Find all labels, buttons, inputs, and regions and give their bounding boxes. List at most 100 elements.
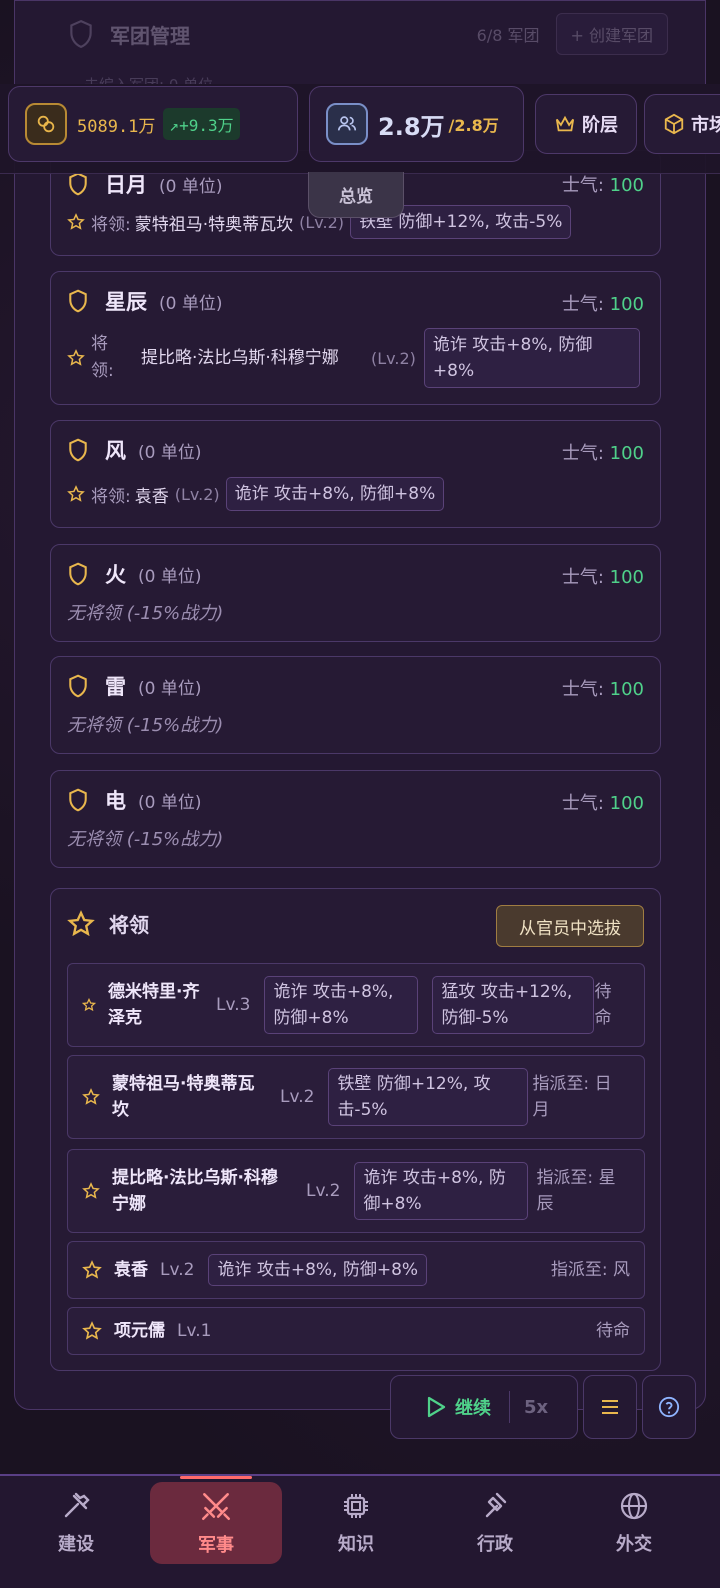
legion-card[interactable]: 火 (0 单位) 士气: 100 无将领 (-15%战力) xyxy=(50,544,661,642)
general-row[interactable]: 提比略·法比乌斯·科穆宁娜 Lv.2 诡诈 攻击+8%, 防御+8% 指派至: … xyxy=(67,1149,645,1233)
crown-icon xyxy=(555,115,575,132)
nav-build[interactable]: 建设 xyxy=(10,1482,142,1564)
population-resource[interactable]: 2.8万 /2.8万 xyxy=(309,86,524,162)
continue-control[interactable]: 继续 5x xyxy=(390,1375,578,1439)
trait-badge: 猛攻 攻击+12%, 防御-5% xyxy=(432,976,595,1034)
star-icon xyxy=(82,998,96,1012)
morale-value: 100 xyxy=(609,175,644,196)
general-level: Lv.2 xyxy=(306,1181,341,1201)
legion-card[interactable]: 星辰 (0 单位) 士气: 100 将领: 提比略·法比乌斯·科穆宁娜 (Lv.… xyxy=(50,271,661,405)
general-status: 待命 xyxy=(594,982,612,1028)
nav-label: 行政 xyxy=(477,1534,513,1555)
divider xyxy=(509,1391,510,1423)
shield-icon xyxy=(70,19,92,49)
menu-button[interactable] xyxy=(583,1375,637,1439)
shield-icon xyxy=(69,562,87,586)
star-icon xyxy=(82,1321,102,1340)
nav-administration[interactable]: 行政 xyxy=(429,1482,561,1564)
shield-icon xyxy=(69,788,87,812)
general-row[interactable]: 德米特里·齐泽克 Lv.3 诡诈 攻击+8%, 防御+8% 猛攻 攻击+12%,… xyxy=(67,963,645,1047)
hammer-icon xyxy=(64,1492,90,1518)
legion-card[interactable]: 风 (0 单位) 士气: 100 将领: 袁香 (Lv.2) 诡诈 攻击+8%,… xyxy=(50,420,661,528)
legion-morale: 士气: 100 xyxy=(562,789,644,815)
general-status: 指派至: 星辰 xyxy=(536,1168,616,1214)
legion-morale: 士气: 100 xyxy=(562,290,644,316)
play-icon xyxy=(427,1396,446,1418)
help-button[interactable] xyxy=(642,1375,696,1439)
legion-panel-header: 军团管理 6/8 军团 + 创建军团 xyxy=(68,13,668,55)
speed-button[interactable]: 5x xyxy=(524,1397,548,1418)
legion-count: 6/8 军团 xyxy=(476,26,540,45)
general-name: 蒙特祖马·特奥蒂瓦坎 xyxy=(112,1074,255,1120)
general-row[interactable]: 蒙特祖马·特奥蒂瓦坎 Lv.2 铁壁 防御+12%, 攻击-5% 指派至: 日月 xyxy=(67,1055,645,1139)
general-status: 指派至: 日月 xyxy=(532,1074,612,1120)
morale-label: 士气: xyxy=(561,793,604,814)
morale-value: 100 xyxy=(609,679,644,700)
shield-icon xyxy=(69,172,87,196)
nav-label: 知识 xyxy=(338,1534,374,1555)
morale-value: 100 xyxy=(609,793,644,814)
star-icon xyxy=(82,1088,100,1105)
help-icon xyxy=(658,1396,680,1418)
trait-badge: 诡诈 攻击+8%, 防御+8% xyxy=(354,1162,529,1220)
tier-button[interactable]: 阶层 xyxy=(535,94,637,154)
resource-topbar: 5089.1万 ↗+9.3万 2.8万 /2.8万 阶层 市场 xyxy=(0,84,720,174)
legion-name: 星辰 xyxy=(105,290,147,314)
legion-units: (0 单位) xyxy=(138,442,202,463)
star-icon xyxy=(67,485,85,502)
crossed-swords-icon xyxy=(201,1493,231,1521)
gold-value: 5089.1万 xyxy=(77,116,156,137)
gavel-icon xyxy=(485,1492,507,1518)
gold-delta-value: +9.3万 xyxy=(179,116,234,135)
generals-title: 将领 xyxy=(109,913,149,937)
market-button[interactable]: 市场 xyxy=(644,94,720,154)
no-general-text: 无将领 (-15%战力) xyxy=(67,603,224,624)
nav-label: 建设 xyxy=(58,1534,94,1555)
morale-value: 100 xyxy=(609,294,644,315)
shield-icon xyxy=(69,674,87,698)
general-name: 提比略·法比乌斯·科穆宁娜 xyxy=(141,347,339,368)
general-row[interactable]: 袁香 Lv.2 诡诈 攻击+8%, 防御+8% 指派至: 风 xyxy=(67,1241,645,1299)
legion-card[interactable]: 电 (0 单位) 士气: 100 无将领 (-15%战力) xyxy=(50,770,661,868)
legion-units: (0 单位) xyxy=(138,792,202,813)
nav-knowledge[interactable]: 知识 xyxy=(290,1482,422,1564)
star-icon xyxy=(82,1182,100,1199)
users-icon xyxy=(326,103,368,145)
select-from-officials-button[interactable]: 从官员中选拔 xyxy=(496,905,644,947)
generals-panel: 将领 从官员中选拔 德米特里·齐泽克 Lv.3 诡诈 攻击+8%, 防御+8% … xyxy=(50,888,661,1371)
legion-card[interactable]: 雷 (0 单位) 士气: 100 无将领 (-15%战力) xyxy=(50,656,661,754)
active-tab-indicator xyxy=(180,1476,252,1479)
population-value: 2.8万 xyxy=(378,112,445,141)
nav-diplomacy[interactable]: 外交 xyxy=(568,1482,700,1564)
trait-badge: 诡诈 攻击+8%, 防御+8% xyxy=(225,477,445,511)
legion-name: 雷 xyxy=(105,675,126,699)
bottom-navigation: 建设 军事 知识 行政 外交 xyxy=(0,1474,720,1588)
morale-value: 100 xyxy=(609,443,644,464)
morale-label: 士气: xyxy=(561,567,604,588)
legion-morale: 士气: 100 xyxy=(562,563,644,589)
general-name: 蒙特祖马·特奥蒂瓦坎 xyxy=(134,214,294,235)
legion-name: 风 xyxy=(105,439,126,463)
box-icon xyxy=(664,113,684,135)
general-name: 项元儒 xyxy=(114,1321,165,1341)
general-name: 德米特里·齐泽克 xyxy=(108,982,200,1028)
general-label: 将领: xyxy=(91,334,114,381)
trait-badge: 铁壁 防御+12%, 攻击-5% xyxy=(328,1068,529,1126)
gold-resource[interactable]: 5089.1万 ↗+9.3万 xyxy=(8,86,298,162)
nav-label: 军事 xyxy=(198,1535,234,1556)
create-legion-button[interactable]: + 创建军团 xyxy=(555,13,668,55)
shield-icon xyxy=(69,438,87,462)
overview-tab[interactable]: 总览 xyxy=(308,172,404,218)
legion-name: 火 xyxy=(105,563,126,587)
star-icon xyxy=(67,349,85,366)
general-level: Lv.2 xyxy=(280,1087,315,1107)
trait-badge: 诡诈 攻击+8%, 防御+8% xyxy=(423,328,640,388)
general-row[interactable]: 项元儒 Lv.1 待命 xyxy=(67,1307,645,1355)
general-name: 袁香 xyxy=(114,1260,148,1280)
general-name: 提比略·法比乌斯·科穆宁娜 xyxy=(112,1168,278,1214)
coins-icon xyxy=(25,103,67,145)
morale-label: 士气: xyxy=(561,175,604,196)
general-label: 将领: xyxy=(91,214,131,235)
nav-military[interactable]: 军事 xyxy=(150,1482,282,1564)
nav-label: 外交 xyxy=(616,1534,652,1555)
